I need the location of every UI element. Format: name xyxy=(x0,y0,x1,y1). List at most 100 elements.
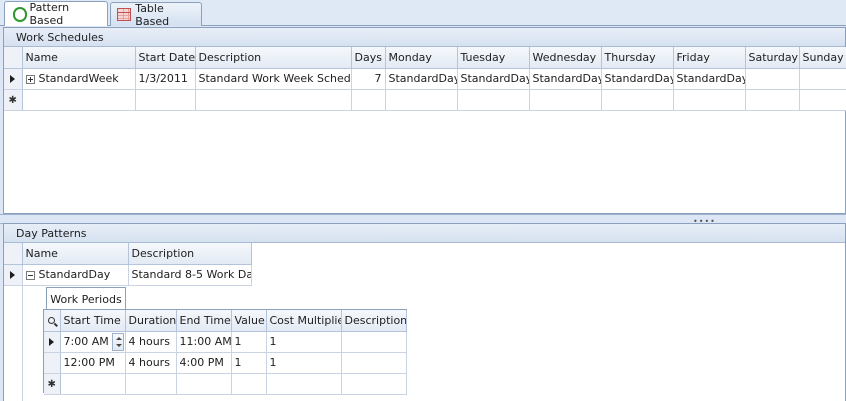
column-header[interactable]: Start Date xyxy=(135,47,196,69)
table-row[interactable]: 12:00 PM 4 hours 4:00 PM 1 1 xyxy=(44,352,407,374)
cell-days[interactable]: 7 xyxy=(351,68,386,90)
cell-description[interactable] xyxy=(341,331,407,353)
empty-cell[interactable] xyxy=(231,373,267,395)
row-pointer-icon xyxy=(10,271,16,279)
cell-end-time[interactable]: 4:00 PM xyxy=(176,352,232,374)
row-indicator-header xyxy=(4,243,23,265)
table-row[interactable]: StandardDay Standard 8-5 Work Day xyxy=(4,264,252,286)
expand-plus-icon[interactable] xyxy=(25,74,35,84)
cell-wednesday[interactable]: StandardDay xyxy=(529,68,602,90)
cell-name[interactable]: StandardWeek xyxy=(22,68,136,90)
refresh-icon xyxy=(11,6,28,22)
new-row-icon: ✱ xyxy=(47,379,56,390)
column-header[interactable]: Cost Multiplier xyxy=(266,310,342,332)
cell-description[interactable]: Standard Work Week Schedule xyxy=(195,68,352,90)
empty-cell[interactable] xyxy=(125,373,177,395)
empty-cell[interactable] xyxy=(799,89,846,111)
cell-friday[interactable]: StandardDay xyxy=(673,68,746,90)
new-row-icon: ✱ xyxy=(8,95,17,106)
column-header[interactable]: Duration xyxy=(125,310,177,332)
panel-title: Work Schedules xyxy=(4,28,845,47)
cell-duration[interactable]: 4 hours xyxy=(125,352,177,374)
cell-start-date[interactable]: 1/3/2011 xyxy=(135,68,196,90)
cell-duration[interactable]: 4 hours xyxy=(125,331,177,353)
new-row-indicator: ✱ xyxy=(4,89,23,111)
column-header[interactable]: End Time xyxy=(176,310,232,332)
cell-value[interactable]: 1 xyxy=(231,352,267,374)
column-header[interactable]: Friday xyxy=(673,47,746,69)
tab-work-periods[interactable]: Work Periods xyxy=(46,287,126,310)
column-header[interactable]: Description xyxy=(195,47,352,69)
cell-saturday[interactable] xyxy=(745,68,800,90)
cell-start-time[interactable]: 12:00 PM xyxy=(60,352,126,374)
cell-end-time[interactable]: 11:00 AM xyxy=(176,331,232,353)
column-header[interactable]: Value xyxy=(231,310,267,332)
tab-label: Work Periods xyxy=(50,292,122,306)
cell-monday[interactable]: StandardDay xyxy=(385,68,458,90)
tab-table-based[interactable]: Table Based xyxy=(110,1,202,28)
empty-cell[interactable] xyxy=(135,89,196,111)
cell-cost-multiplier[interactable]: 1 xyxy=(266,352,342,374)
empty-cell[interactable] xyxy=(351,89,386,111)
table-row[interactable]: 7:00 AM 4 hours 11:00 AM 1 1 xyxy=(44,331,407,353)
empty-cell[interactable] xyxy=(176,373,232,395)
column-header[interactable]: Name xyxy=(22,243,129,265)
grid-search-button[interactable] xyxy=(44,310,61,332)
column-header[interactable]: Thursday xyxy=(601,47,674,69)
column-header[interactable]: Description xyxy=(128,243,252,265)
empty-cell[interactable] xyxy=(529,89,602,111)
table-icon xyxy=(117,8,132,21)
cell-sunday[interactable] xyxy=(799,68,846,90)
table-row[interactable]: StandardWeek 1/3/2011 Standard Work Week… xyxy=(4,68,846,90)
panel-title: Day Patterns xyxy=(4,224,845,243)
start-time-input[interactable]: 7:00 AM xyxy=(64,335,109,348)
empty-cell[interactable] xyxy=(385,89,458,111)
empty-cell[interactable] xyxy=(266,373,342,395)
empty-cell[interactable] xyxy=(341,373,407,395)
grid-header-row: Name Description xyxy=(4,243,252,265)
cell-name[interactable]: StandardDay xyxy=(22,264,129,286)
cell-tuesday[interactable]: StandardDay xyxy=(457,68,530,90)
column-header[interactable]: Monday xyxy=(385,47,458,69)
cell-thursday[interactable]: StandardDay xyxy=(601,68,674,90)
column-header[interactable]: Days xyxy=(351,47,386,69)
cell-start-time-editor[interactable]: 7:00 AM xyxy=(60,331,126,353)
empty-cell[interactable] xyxy=(22,89,136,111)
current-row-indicator xyxy=(4,68,23,90)
empty-cell[interactable] xyxy=(457,89,530,111)
new-row[interactable]: ✱ xyxy=(44,373,407,395)
column-header[interactable]: Name xyxy=(22,47,136,69)
empty-cell[interactable] xyxy=(601,89,674,111)
day-patterns-grid: Name Description StandardDay Standard 8-… xyxy=(4,243,252,286)
cell-value[interactable]: 1 xyxy=(231,331,267,353)
column-header[interactable]: Sunday xyxy=(799,47,846,69)
cell-description[interactable]: Standard 8-5 Work Day xyxy=(128,264,252,286)
time-spinner-icon[interactable] xyxy=(111,332,124,351)
search-icon xyxy=(48,316,56,324)
row-indicator xyxy=(44,352,61,374)
new-row[interactable]: ✱ xyxy=(4,89,846,111)
empty-cell[interactable] xyxy=(745,89,800,111)
column-header[interactable]: Description xyxy=(341,310,407,332)
cell-description[interactable] xyxy=(341,352,407,374)
empty-cell[interactable] xyxy=(60,373,126,395)
grid-header-row: Name Start Date Description Days Monday … xyxy=(4,47,846,69)
tab-strip: Pattern Based Table Based xyxy=(0,0,846,28)
detail-indent-line xyxy=(22,266,23,401)
cell-cost-multiplier[interactable]: 1 xyxy=(266,331,342,353)
column-header[interactable]: Tuesday xyxy=(457,47,530,69)
tab-label: Table Based xyxy=(135,1,170,28)
empty-cell[interactable] xyxy=(195,89,352,111)
column-header[interactable]: Start Time xyxy=(60,310,126,332)
row-pointer-icon xyxy=(49,338,55,346)
row-indicator-header xyxy=(4,47,23,69)
empty-cell[interactable] xyxy=(673,89,746,111)
column-header[interactable]: Wednesday xyxy=(529,47,602,69)
tab-label: Pattern Based xyxy=(29,1,70,27)
grid-header-row: Start Time Duration End Time Value Cost … xyxy=(44,310,407,332)
new-row-indicator: ✱ xyxy=(44,373,61,395)
tab-pattern-based[interactable]: Pattern Based xyxy=(4,1,108,27)
work-periods-grid: Start Time Duration End Time Value Cost … xyxy=(44,310,407,395)
collapse-minus-icon[interactable] xyxy=(25,270,35,280)
column-header[interactable]: Saturday xyxy=(745,47,800,69)
